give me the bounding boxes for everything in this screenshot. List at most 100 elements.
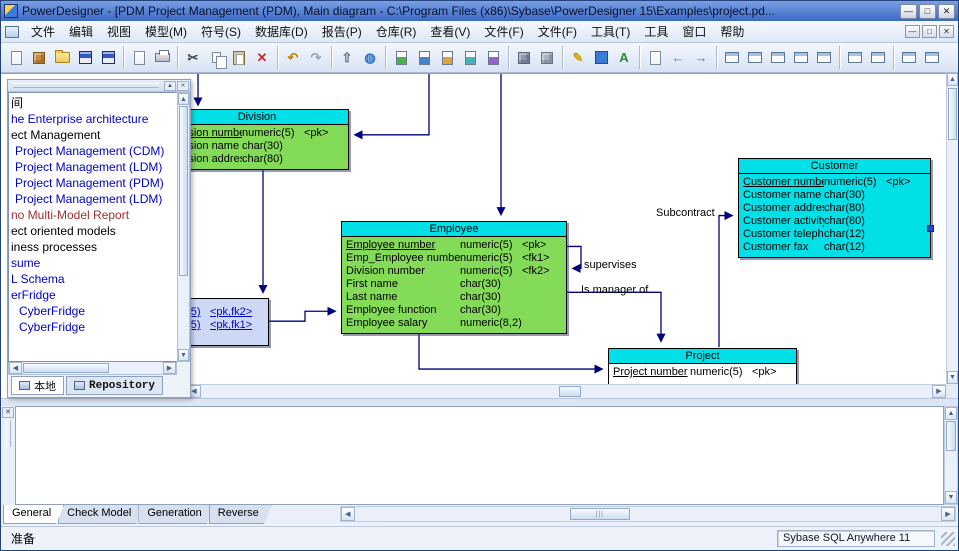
browser-item[interactable]: Project Management (PDM) [9, 175, 177, 191]
scroll-right-arrow[interactable]: ▶ [941, 507, 955, 521]
browser-item[interactable]: no Multi-Model Report [9, 207, 177, 223]
scroll-left-arrow[interactable]: ◀ [9, 362, 22, 374]
table-column-row[interactable]: Emp_Employee numbernumeric(5)<fk1> [346, 252, 562, 265]
print-preview-icon[interactable] [128, 47, 150, 69]
scroll-down-arrow[interactable]: ▼ [945, 491, 957, 504]
output-close-icon[interactable]: ✕ [2, 407, 14, 418]
menu-item[interactable]: 仓库(R) [369, 21, 424, 42]
table-column-row[interactable]: First namechar(30) [346, 278, 562, 291]
open-package-icon[interactable] [28, 47, 50, 69]
copy-icon[interactable] [205, 47, 227, 69]
scroll-up-arrow[interactable]: ▲ [178, 93, 189, 105]
vertical-scroll-thumb[interactable] [179, 106, 188, 276]
generate-database-icon[interactable] [459, 47, 481, 69]
table-column-row[interactable]: Customer faxchar(12) [743, 241, 926, 254]
table-column-row[interactable]: Customer numbernumeric(5)<pk> [743, 176, 926, 189]
menu-item[interactable]: 数据库(D) [248, 21, 315, 42]
browser-item[interactable]: Project Management (CDM) [9, 143, 177, 159]
tab-local[interactable]: 本地 [11, 376, 64, 395]
browser-item[interactable]: Project Management (LDM) [9, 159, 177, 175]
scroll-up-arrow[interactable]: ▲ [945, 407, 957, 420]
table-column-row[interactable]: Employee functionchar(30) [346, 304, 562, 317]
page-setup-icon[interactable] [644, 47, 666, 69]
reverse-engineer-icon[interactable] [482, 47, 504, 69]
table-column-row[interactable]: Customer addresschar(80) [743, 202, 926, 215]
grid-view-icon[interactable] [898, 47, 920, 69]
browser-item[interactable]: he Enterprise architecture [9, 111, 177, 127]
menu-item[interactable]: 视图 [100, 21, 138, 42]
properties-icon[interactable] [536, 47, 558, 69]
browser-item[interactable]: CyberFridge [9, 319, 177, 335]
table-title[interactable]: Division [166, 110, 348, 125]
close-button[interactable]: ✕ [938, 4, 955, 19]
resize-grip[interactable] [941, 532, 955, 546]
open-icon[interactable] [51, 47, 73, 69]
navigate-back-icon[interactable]: ← [667, 47, 689, 69]
output-content[interactable] [15, 406, 944, 505]
menu-item[interactable]: 文件 [24, 21, 62, 42]
format-color-icon[interactable] [590, 47, 612, 69]
horizontal-scroll-thumb[interactable]: ||| [570, 508, 630, 520]
table-column-row[interactable]: Last namechar(30) [346, 291, 562, 304]
browser-vertical-scrollbar[interactable]: ▲ ▼ [177, 92, 190, 362]
scroll-right-arrow[interactable]: ▶ [163, 362, 176, 374]
browser-item[interactable]: erFridge [9, 287, 177, 303]
navigate-forward-icon[interactable]: → [690, 47, 712, 69]
menu-item[interactable]: 编辑 [62, 21, 100, 42]
check-model-icon[interactable] [436, 47, 458, 69]
browser-item[interactable]: Project Management (LDM) [9, 191, 177, 207]
horizontal-scroll-thumb[interactable] [559, 386, 581, 397]
menu-item[interactable]: 报告(P) [315, 21, 369, 42]
cut-icon[interactable]: ✂ [182, 47, 204, 69]
table-column-row[interactable]: Division numbernumeric(5)<fk2> [346, 265, 562, 278]
mdi-restore-button[interactable]: □ [922, 25, 937, 38]
minimize-button[interactable]: — [900, 4, 917, 19]
panel-grip[interactable] [13, 83, 159, 88]
new-icon[interactable] [5, 47, 27, 69]
merge-model-icon[interactable] [390, 47, 412, 69]
browser-item[interactable]: sume [9, 255, 177, 271]
scroll-down-arrow[interactable]: ▼ [947, 371, 958, 384]
font-color-icon[interactable]: A [613, 47, 635, 69]
web-publish-icon[interactable]: ◍ [359, 47, 381, 69]
panel-close-icon[interactable]: ✕ [177, 81, 189, 91]
browser-item[interactable]: CyberFridge [9, 303, 177, 319]
maximize-button[interactable]: □ [919, 4, 936, 19]
menu-item[interactable]: 帮助 [713, 21, 751, 42]
menu-item[interactable]: 文件(F) [477, 21, 530, 42]
output-horizontal-scrollbar[interactable]: ◀ ||| ▶ [340, 506, 956, 522]
window-diagram-icon[interactable] [721, 47, 743, 69]
table-column-row[interactable]: Customer activitychar(80) [743, 215, 926, 228]
repository-upload-icon[interactable]: ⇧ [336, 47, 358, 69]
browser-item[interactable]: L Schema [9, 271, 177, 287]
table-title[interactable]: Customer [739, 159, 930, 174]
redo-icon[interactable]: ↷ [305, 47, 327, 69]
vertical-scroll-thumb[interactable] [946, 421, 956, 451]
output-tab-generation[interactable]: Generation [138, 505, 214, 524]
save-icon[interactable] [74, 47, 96, 69]
delete-icon[interactable]: ✕ [251, 47, 273, 69]
pen-icon[interactable]: ✎ [567, 47, 589, 69]
panel-pin-icon[interactable]: ▲ [164, 81, 176, 91]
browser-item[interactable]: ect Management [9, 127, 177, 143]
menu-item[interactable]: 模型(M) [138, 21, 194, 42]
zoom-in-icon[interactable] [844, 47, 866, 69]
horizontal-splitter[interactable] [1, 398, 958, 406]
browser-panel-header[interactable]: ▲ ✕ [8, 80, 190, 92]
window-browser-icon[interactable] [744, 47, 766, 69]
window-result-icon[interactable] [790, 47, 812, 69]
output-tab-check-model[interactable]: Check Model [58, 505, 144, 524]
table-column-row[interactable]: Customer namechar(30) [743, 189, 926, 202]
undo-icon[interactable]: ↶ [282, 47, 304, 69]
object-list-icon[interactable] [513, 47, 535, 69]
scroll-down-arrow[interactable]: ▼ [178, 349, 189, 361]
compare-model-icon[interactable] [413, 47, 435, 69]
window-palette-icon[interactable] [813, 47, 835, 69]
table-column-row[interactable]: Employee numbernumeric(5)<pk> [346, 239, 562, 252]
print-icon[interactable] [151, 47, 173, 69]
tab-repository[interactable]: Repository [66, 376, 163, 395]
menu-item[interactable]: 窗口 [675, 21, 713, 42]
browser-item[interactable]: ect oriented models [9, 223, 177, 239]
browser-horizontal-scrollbar[interactable]: ◀ ▶ [8, 362, 177, 375]
scroll-right-arrow[interactable]: ▶ [932, 385, 946, 398]
